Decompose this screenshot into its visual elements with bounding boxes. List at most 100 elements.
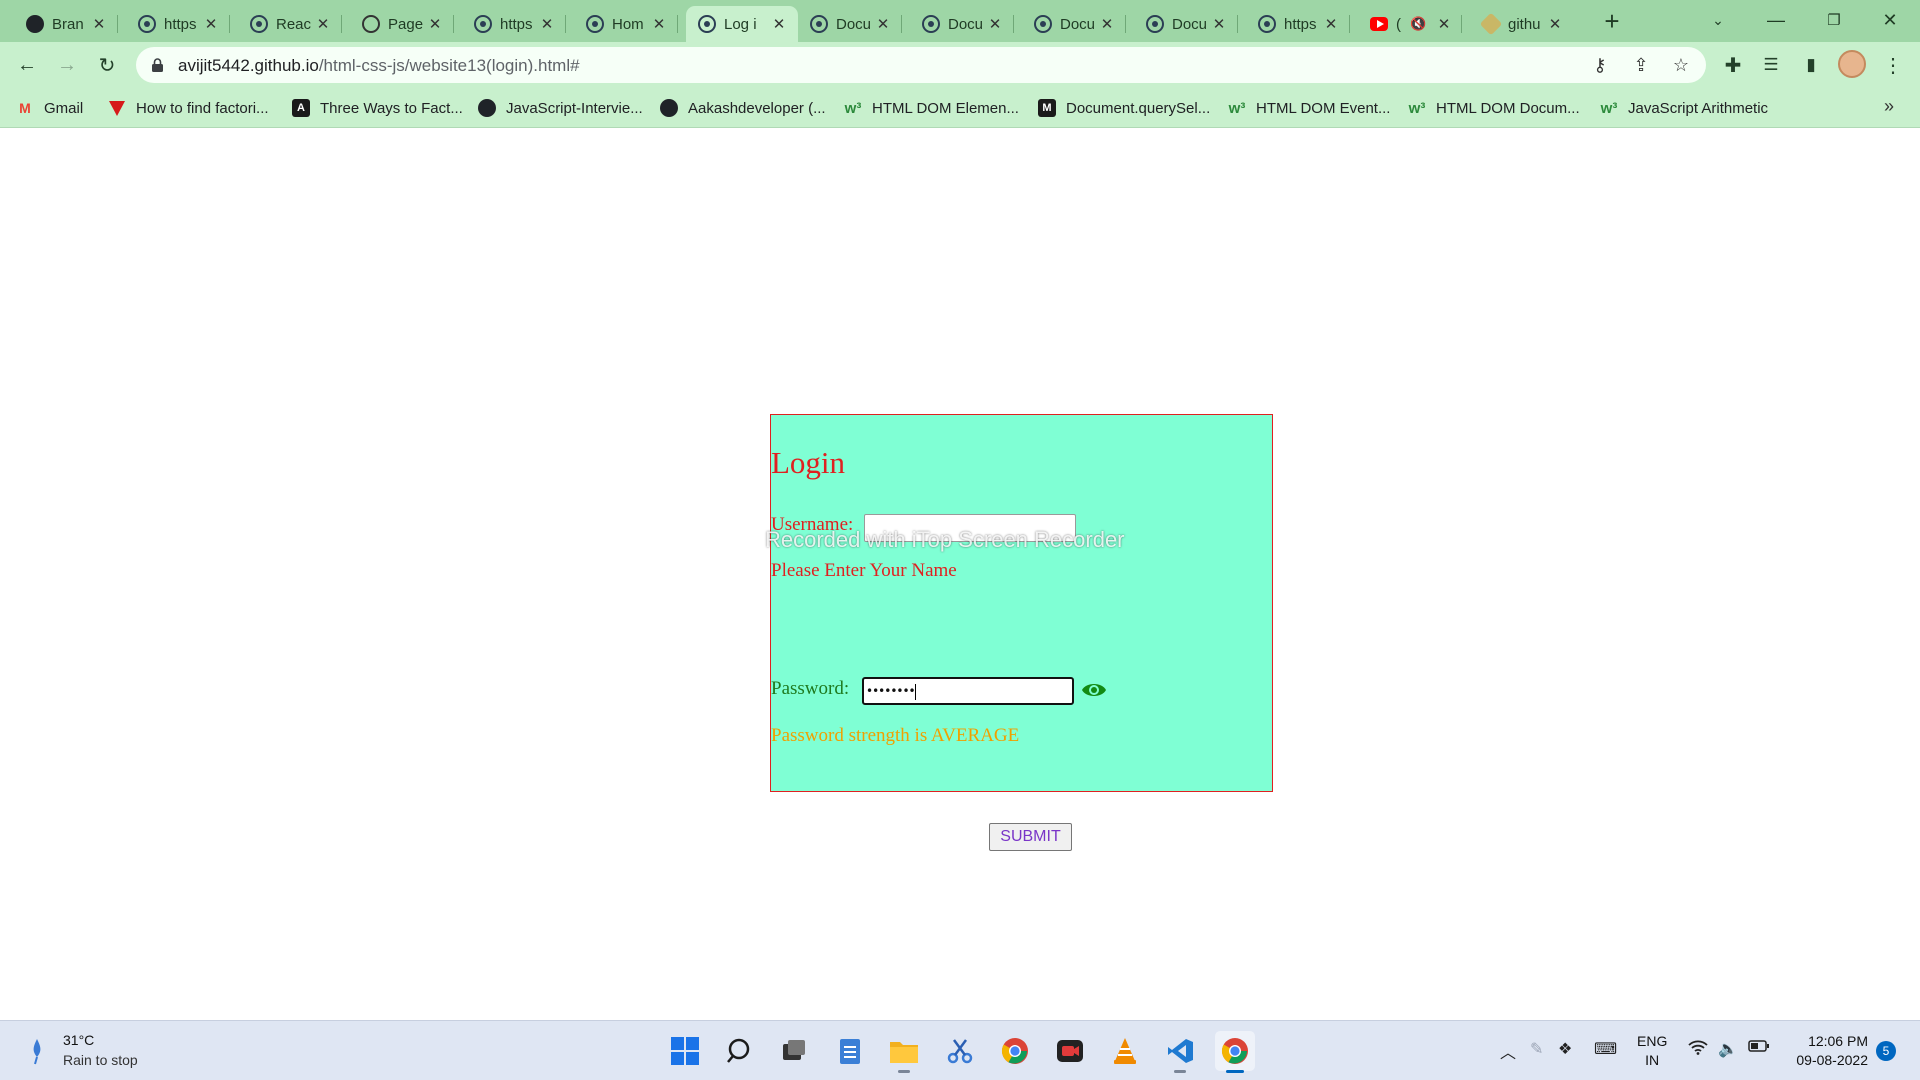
bookmark-item[interactable]: w³ JavaScript Arithmetic (1600, 96, 1768, 120)
tab-3[interactable]: Page ✕ (350, 6, 454, 42)
tab-2[interactable]: Reac ✕ (238, 6, 342, 42)
close-icon[interactable]: ✕ (90, 15, 108, 33)
tray-chevron-up-icon[interactable]: ︿ (1500, 1039, 1516, 1063)
password-input[interactable]: •••••••• (862, 677, 1074, 705)
tab-9[interactable]: Docu ✕ (1022, 6, 1126, 42)
task-view-icon[interactable] (774, 1031, 814, 1071)
dropbox-icon[interactable]: ❖ (1558, 1039, 1572, 1059)
youtube-icon (1370, 15, 1388, 33)
notification-badge[interactable]: 5 (1876, 1041, 1896, 1061)
tab-1[interactable]: https ✕ (126, 6, 230, 42)
notepad-icon[interactable] (830, 1031, 870, 1071)
side-panel-icon[interactable]: ▮ (1796, 50, 1826, 80)
tab-12[interactable]: ( 🔇 ✕ (1358, 6, 1462, 42)
bookmark-star-icon[interactable]: ☆ (1669, 53, 1693, 77)
new-tab-button[interactable]: + (1598, 8, 1626, 36)
battery-icon[interactable] (1748, 1039, 1770, 1058)
vlc-icon[interactable] (1105, 1031, 1145, 1071)
running-indicator (1226, 1070, 1244, 1073)
address-bar[interactable]: avijit5442.github.io/html-css-js/website… (136, 47, 1706, 83)
window-close-icon[interactable]: ✕ (1862, 0, 1918, 40)
bookmark-item[interactable]: w³ HTML DOM Event... (1228, 96, 1391, 120)
tab-10[interactable]: Docu ✕ (1134, 6, 1238, 42)
url-text[interactable]: avijit5442.github.io/html-css-js/website… (178, 56, 580, 76)
chrome-active-icon[interactable] (1215, 1031, 1255, 1073)
wifi-icon[interactable] (1688, 1039, 1708, 1060)
bookmark-item[interactable]: w³ HTML DOM Docum... (1408, 96, 1580, 120)
more-bookmarks-chevron-icon[interactable]: » (1884, 96, 1894, 117)
tab-4[interactable]: https ✕ (462, 6, 566, 42)
system-clock[interactable]: 12:06 PM 09-08-2022 (1788, 1032, 1868, 1070)
media-queue-icon[interactable]: ☰ (1756, 50, 1786, 80)
keyboard-icon[interactable]: ⌨ (1594, 1039, 1617, 1059)
close-icon[interactable]: ✕ (202, 15, 220, 33)
bookmark-item[interactable]: Aakashdeveloper (... (660, 96, 826, 120)
weather-temperature[interactable]: 31°C (63, 1032, 94, 1048)
close-icon[interactable]: ✕ (1436, 15, 1452, 33)
browser-toolbar: ← → ↻ avijit5442.github.io/html-css-js/w… (0, 42, 1920, 88)
tab-11[interactable]: https ✕ (1246, 6, 1350, 42)
bookmark-label: HTML DOM Elemen... (872, 99, 1019, 117)
url-host: avijit5442.github.io (178, 56, 319, 75)
extensions-puzzle-icon[interactable]: ✚ (1718, 50, 1748, 80)
snipping-tool-icon[interactable] (940, 1031, 980, 1071)
key-icon[interactable]: ⚷ (1588, 53, 1612, 77)
tab-6-active[interactable]: Log i ✕ (686, 6, 798, 42)
tab-8[interactable]: Docu ✕ (910, 6, 1014, 42)
tab-0[interactable]: Bran ✕ (14, 6, 118, 42)
show-password-eye-icon[interactable] (1081, 680, 1107, 700)
file-explorer-icon[interactable] (884, 1031, 924, 1073)
tab-7[interactable]: Docu ✕ (798, 6, 902, 42)
bookmark-item[interactable]: JavaScript-Intervie... (478, 96, 643, 120)
tray-pen-icon[interactable]: ✎ (1530, 1039, 1543, 1059)
close-icon[interactable]: ✕ (1210, 15, 1228, 33)
weather-description[interactable]: Rain to stop (63, 1052, 138, 1068)
bookmark-item[interactable]: How to find factori... (108, 96, 269, 120)
close-icon[interactable]: ✕ (1546, 15, 1564, 33)
start-windows-icon[interactable] (665, 1031, 705, 1071)
tab-strip: Bran ✕ https ✕ Reac ✕ Page ✕ https ✕ Hom… (0, 0, 1920, 42)
close-icon[interactable]: ✕ (1098, 15, 1116, 33)
screen-recorder-icon[interactable] (1050, 1031, 1090, 1071)
menu-kebab-icon[interactable]: ⋮ (1878, 50, 1908, 80)
close-icon[interactable]: ✕ (770, 15, 788, 33)
muted-speaker-icon[interactable]: 🔇 (1410, 16, 1426, 32)
password-mask: •••••••• (866, 684, 916, 698)
forward-arrow-icon[interactable]: → (52, 50, 82, 80)
lock-icon[interactable] (152, 58, 163, 72)
tab-5[interactable]: Hom ✕ (574, 6, 678, 42)
share-icon[interactable]: ⇪ (1629, 53, 1653, 77)
submit-button[interactable]: SUBMIT (989, 823, 1072, 851)
bookmark-item[interactable]: A Three Ways to Fact... (292, 96, 463, 120)
tab-search-chevron-icon[interactable]: ⌄ (1690, 0, 1746, 40)
close-icon[interactable]: ✕ (650, 15, 668, 33)
bookmark-label: How to find factori... (136, 99, 269, 117)
bookmark-item[interactable]: w³ HTML DOM Elemen... (844, 96, 1019, 120)
chrome-icon[interactable] (995, 1031, 1035, 1071)
tab-13[interactable]: githu ✕ (1470, 6, 1574, 42)
close-icon[interactable]: ✕ (426, 15, 444, 33)
close-icon[interactable]: ✕ (1322, 15, 1340, 33)
search-icon[interactable] (720, 1031, 760, 1071)
react-icon (1258, 15, 1276, 33)
minimize-icon[interactable]: — (1748, 0, 1804, 40)
back-arrow-icon[interactable]: ← (12, 50, 42, 80)
tab-title: Page (388, 15, 424, 33)
restore-icon[interactable]: ❐ (1806, 0, 1862, 40)
bookmark-item[interactable]: M Document.querySel... (1038, 96, 1210, 120)
profile-avatar[interactable] (1838, 50, 1866, 78)
url-path: /html-css-js/website13(login).html# (318, 56, 580, 75)
reload-icon[interactable]: ↻ (92, 50, 122, 80)
git-icon (1479, 12, 1503, 36)
close-icon[interactable]: ✕ (314, 15, 332, 33)
close-icon[interactable]: ✕ (538, 15, 556, 33)
close-icon[interactable]: ✕ (874, 15, 892, 33)
weather-rain-icon[interactable] (30, 1035, 44, 1065)
close-icon[interactable]: ✕ (986, 15, 1004, 33)
input-language[interactable]: ENG IN (1637, 1032, 1667, 1070)
topcoder-icon (108, 99, 126, 117)
volume-icon[interactable]: 🔈 (1718, 1039, 1738, 1059)
bookmark-item[interactable]: M Gmail (16, 96, 83, 120)
password-label: Password: (771, 678, 850, 699)
vscode-icon[interactable] (1160, 1031, 1200, 1073)
